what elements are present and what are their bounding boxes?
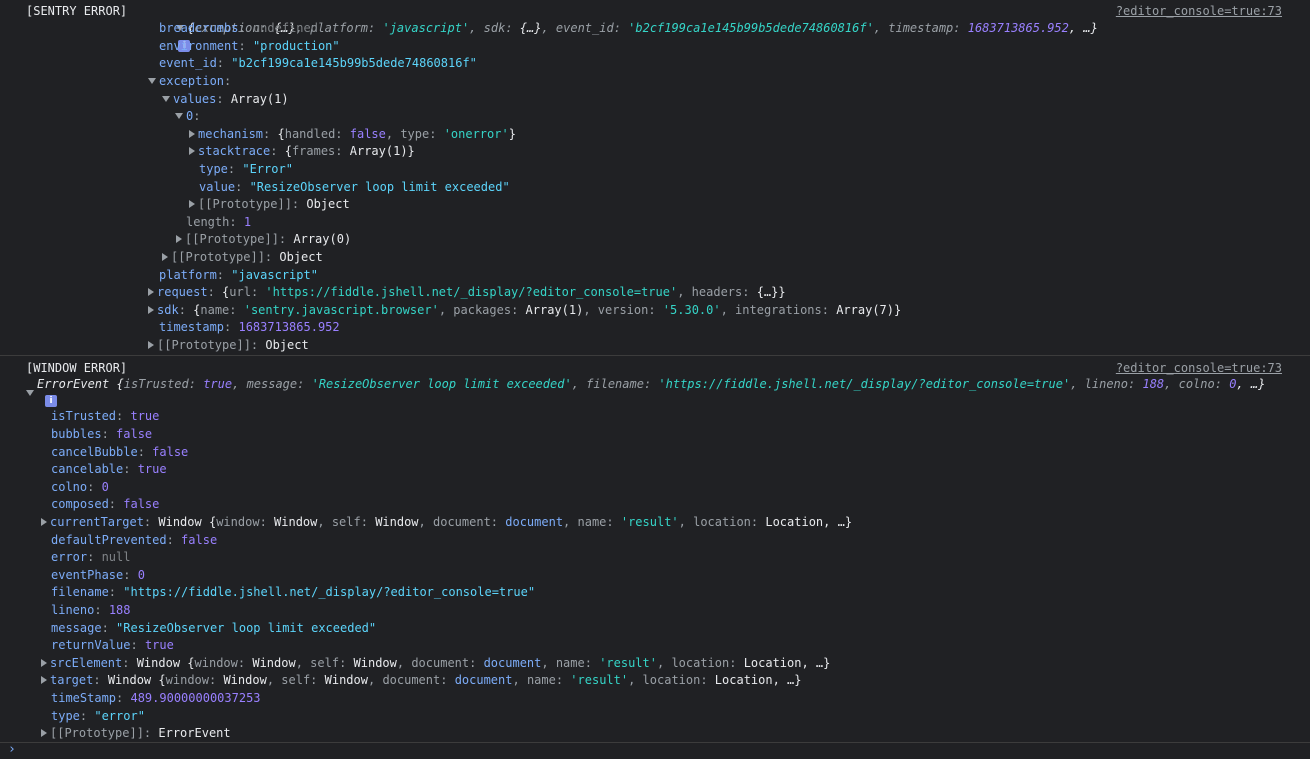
prop-cancelBubble: cancelBubble: false [51, 445, 189, 459]
expand-arrow-icon[interactable] [189, 129, 195, 138]
expand-arrow-icon[interactable] [41, 517, 47, 526]
expand-arrow-icon[interactable] [162, 95, 170, 102]
prop-timeStamp: timeStamp: 489.90000000037253 [51, 691, 261, 705]
prop-filename: filename: "https://fiddle.jshell.net/_di… [51, 585, 536, 599]
prop-srcElement[interactable]: srcElement: Window {window: Window, self… [41, 655, 830, 672]
prop-value: value: "ResizeObserver loop limit exceed… [199, 180, 510, 194]
prop-request[interactable]: request: {url: 'https://fiddle.jshell.ne… [148, 284, 786, 301]
prop-defaultPrevented: defaultPrevented: false [51, 533, 218, 547]
prop-exception[interactable]: exception: [148, 73, 231, 90]
message-tag: [WINDOW ERROR] [26, 361, 128, 375]
expand-arrow-icon[interactable] [148, 305, 154, 314]
prop-error: error: null [51, 550, 131, 564]
expand-arrow-icon[interactable] [189, 146, 195, 155]
prop-prototype-root[interactable]: [[Prototype]]: Object [148, 337, 309, 354]
prop-length: length: 1 [186, 215, 252, 229]
expand-arrow-icon[interactable] [148, 77, 156, 84]
expand-arrow-icon[interactable] [175, 112, 183, 119]
prop-index-0[interactable]: 0: [175, 108, 200, 125]
prop-values[interactable]: values: Array(1) [162, 91, 289, 108]
info-icon-row: i [43, 392, 57, 409]
expand-arrow-icon[interactable] [41, 675, 47, 684]
prop-sdk[interactable]: sdk: {name: 'sentry.javascript.browser',… [148, 302, 901, 319]
expand-arrow-icon[interactable] [41, 658, 47, 667]
prop-returnValue: returnValue: true [51, 638, 174, 652]
prop-currentTarget[interactable]: currentTarget: Window {window: Window, s… [41, 514, 852, 531]
prop-type: type: "Error" [199, 162, 293, 176]
prop-stacktrace[interactable]: stacktrace: {frames: Array(1)} [189, 143, 415, 160]
prop-timestamp: timestamp: 1683713865.952 [159, 320, 340, 334]
object-summary[interactable]: ErrorEvent {isTrusted: true, message: 'R… [37, 376, 1265, 393]
message-tag: [SENTRY ERROR] [26, 4, 128, 18]
prop-breadcrumbs: breadcrumbs: undefined [159, 21, 318, 35]
prop-colno: colno: 0 [51, 480, 109, 494]
prop-message: message: "ResizeObserver loop limit exce… [51, 621, 377, 635]
prop-prototype-exception[interactable]: [[Prototype]]: Object [162, 249, 323, 266]
console-message-window: [WINDOW ERROR] ?editor_console=true:73 E… [0, 356, 1310, 743]
prop-isTrusted: isTrusted: true [51, 409, 160, 423]
source-link[interactable]: ?editor_console=true:73 [1116, 3, 1282, 20]
expand-arrow-icon[interactable] [26, 385, 37, 402]
object-summary[interactable]: {exception: {…}, platform: 'javascript',… [133, 3, 1098, 52]
prop-event-id: event_id: "b2cf199ca1e145b99b5dede748608… [159, 56, 477, 70]
prop-cancelable: cancelable: true [51, 462, 167, 476]
source-link[interactable]: ?editor_console=true:73 [1116, 360, 1282, 377]
devtools-console: [SENTRY ERROR] ?editor_console=true:73 {… [0, 0, 1310, 759]
prop-environment: environment: "production" [159, 39, 340, 53]
prop-type: type: "error" [51, 709, 145, 723]
expand-arrow-icon[interactable] [189, 199, 195, 208]
prop-eventPhase: eventPhase: 0 [51, 568, 145, 582]
prop-prototype[interactable]: [[Prototype]]: ErrorEvent [41, 725, 231, 742]
info-icon[interactable]: i [45, 394, 57, 407]
console-prompt-icon[interactable]: › [8, 742, 16, 757]
expand-arrow-icon[interactable] [41, 728, 47, 737]
console-message-sentry: [SENTRY ERROR] ?editor_console=true:73 {… [0, 0, 1310, 356]
prop-prototype-array[interactable]: [[Prototype]]: Array(0) [176, 231, 351, 248]
expand-arrow-icon[interactable] [148, 287, 154, 296]
prop-lineno: lineno: 188 [51, 603, 131, 617]
prop-prototype[interactable]: [[Prototype]]: Object [189, 196, 350, 213]
expand-arrow-icon[interactable] [162, 252, 168, 261]
prop-mechanism[interactable]: mechanism: {handled: false, type: 'onerr… [189, 126, 516, 143]
prop-target[interactable]: target: Window {window: Window, self: Wi… [41, 672, 802, 689]
expand-arrow-icon[interactable] [148, 340, 154, 349]
prop-bubbles: bubbles: false [51, 427, 153, 441]
prop-platform: platform: "javascript" [159, 268, 318, 282]
expand-arrow-icon[interactable] [176, 234, 182, 243]
prop-composed: composed: false [51, 497, 160, 511]
